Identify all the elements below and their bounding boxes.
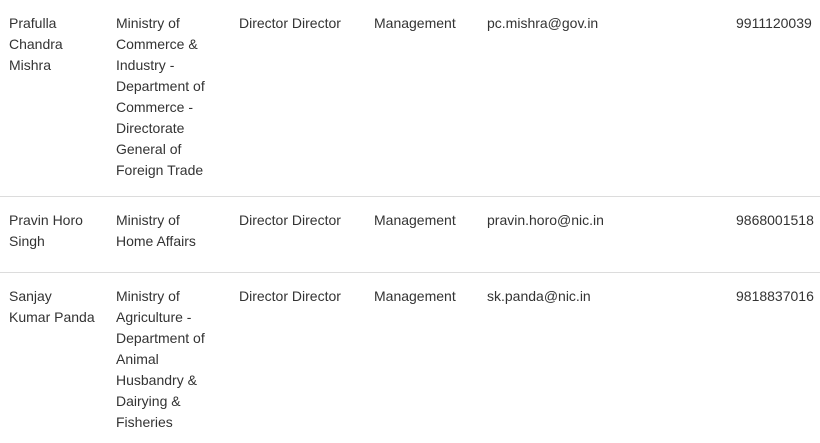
table-row: Pravin Horo Singh Ministry of Home Affai… bbox=[0, 197, 820, 273]
designation-cell: Director Director bbox=[239, 15, 341, 31]
ministry-line: Department of bbox=[116, 78, 205, 94]
name-cell: Prafulla Chandra Mishra bbox=[9, 13, 107, 76]
table-row: Sanjay Kumar Panda Ministry of Agricultu… bbox=[0, 273, 820, 443]
phone-cell: 9818837016 bbox=[736, 288, 814, 304]
department-cell: Management bbox=[374, 288, 456, 304]
ministry-line: Fisheries bbox=[116, 414, 173, 430]
ministry-line: Husbandry & bbox=[116, 372, 197, 388]
ministry-line: Dairying & bbox=[116, 393, 181, 409]
email-cell: pravin.horo@nic.in bbox=[487, 212, 604, 228]
ministry-cell: Ministry of Agriculture - Department of … bbox=[116, 286, 216, 433]
name-line: Singh bbox=[9, 233, 45, 249]
directory-table: Prafulla Chandra Mishra Ministry of Comm… bbox=[0, 0, 820, 443]
ministry-line: General of bbox=[116, 141, 182, 157]
ministry-line: Industry - bbox=[116, 57, 175, 73]
ministry-line: Department of bbox=[116, 330, 205, 346]
email-cell: pc.mishra@gov.in bbox=[487, 15, 599, 31]
name-line: Prafulla bbox=[9, 15, 57, 31]
email-cell: sk.panda@nic.in bbox=[487, 288, 591, 304]
designation-cell: Director Director bbox=[239, 288, 341, 304]
ministry-line: Agriculture - bbox=[116, 309, 192, 325]
department-cell: Management bbox=[374, 212, 456, 228]
ministry-line: Commerce & bbox=[116, 36, 198, 52]
designation-cell: Director Director bbox=[239, 212, 341, 228]
ministry-line: Animal bbox=[116, 351, 159, 367]
name-line: Mishra bbox=[9, 57, 52, 73]
name-line: Pravin Horo bbox=[9, 212, 83, 228]
ministry-line: Foreign Trade bbox=[116, 162, 204, 178]
name-cell: Pravin Horo Singh bbox=[9, 210, 107, 252]
name-line: Sanjay bbox=[9, 288, 52, 304]
ministry-line: Ministry of bbox=[116, 212, 180, 228]
phone-cell: 9911120039 bbox=[736, 15, 812, 31]
name-cell: Sanjay Kumar Panda bbox=[9, 286, 107, 328]
ministry-line: Commerce - bbox=[116, 99, 194, 115]
table-row: Prafulla Chandra Mishra Ministry of Comm… bbox=[0, 0, 820, 197]
ministry-cell: Ministry of Commerce & Industry - Depart… bbox=[116, 13, 216, 181]
phone-cell: 9868001518 bbox=[736, 212, 814, 228]
ministry-line: Home Affairs bbox=[116, 233, 196, 249]
ministry-cell: Ministry of Home Affairs bbox=[116, 210, 216, 252]
ministry-line: Ministry of bbox=[116, 288, 180, 304]
department-cell: Management bbox=[374, 15, 456, 31]
ministry-line: Ministry of bbox=[116, 15, 180, 31]
name-line: Chandra bbox=[9, 36, 63, 52]
ministry-line: Directorate bbox=[116, 120, 185, 136]
name-line: Kumar Panda bbox=[9, 309, 95, 325]
